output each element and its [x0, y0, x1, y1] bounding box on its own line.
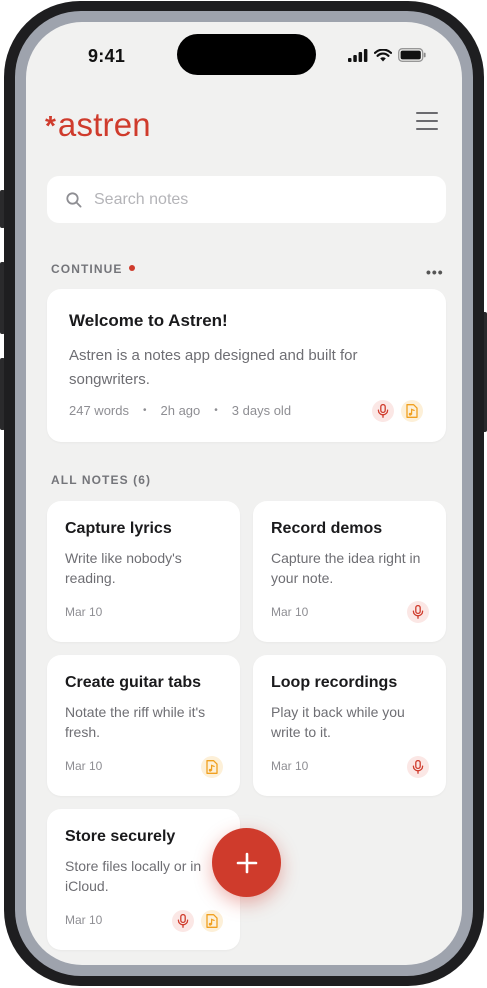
unread-dot [129, 265, 136, 271]
note-badges [201, 756, 223, 778]
mic-icon [177, 914, 189, 928]
word-count: 247 words [69, 403, 129, 418]
guitar-tab-icon [206, 914, 218, 928]
note-title: Loop recordings [271, 674, 398, 691]
note-title: Capture lyrics [65, 520, 172, 537]
featured-note-title: Welcome to Astren! [69, 311, 228, 330]
battery-icon [398, 48, 426, 62]
search-icon [66, 191, 82, 208]
guitar-tab-icon [206, 760, 218, 774]
featured-note-meta: 247 words • 2h ago • 3 days old [69, 403, 291, 418]
wifi-icon [374, 48, 392, 61]
note-title: Record demos [271, 520, 383, 537]
mic-icon [412, 605, 424, 619]
note-badges [407, 601, 429, 623]
featured-note-description: Astren is a notes app designed and built… [69, 347, 358, 388]
guitar-tab-badge [201, 756, 223, 778]
note-description: Store files locally or in iCloud. [65, 858, 202, 894]
new-note-button[interactable] [212, 828, 281, 897]
note-description: Play it back while you write to it. [271, 704, 405, 740]
meta-separator: • [214, 405, 218, 416]
mic-icon [377, 404, 389, 418]
note-card[interactable]: Capture lyrics Write like nobody's readi… [47, 501, 240, 642]
note-title: Store securely [65, 828, 176, 845]
status-icons [348, 48, 426, 62]
mic-badge [407, 601, 429, 623]
hamburger-icon [416, 112, 438, 114]
mic-badge [172, 910, 194, 932]
logo-mark: * [45, 110, 56, 141]
note-date: Mar 10 [65, 605, 103, 619]
mic-badge [372, 400, 394, 422]
mic-badge [407, 756, 429, 778]
phone-frame: 9:41 * astren Search notes CONTINUE ••• … [4, 1, 484, 986]
note-description: Notate the riff while it's fresh. [65, 704, 206, 740]
mic-icon [412, 760, 424, 774]
note-date: Mar 10 [271, 759, 309, 773]
continue-label: CONTINUE [51, 262, 123, 276]
logo-text: astren [57, 106, 151, 143]
note-card[interactable]: Loop recordings Play it back while you w… [253, 655, 446, 796]
guitar-tab-badge [201, 910, 223, 932]
note-card[interactable]: Record demos Capture the idea right in y… [253, 501, 446, 642]
note-date: Mar 10 [65, 913, 103, 927]
note-card[interactable]: Create guitar tabs Notate the riff while… [47, 655, 240, 796]
guitar-tab-badge [401, 400, 423, 422]
featured-note-badges [372, 400, 423, 422]
meta-separator: • [142, 405, 147, 416]
guitar-tab-icon [406, 404, 418, 418]
status-time: 9:41 [88, 46, 126, 66]
cellular-signal-icon [348, 48, 368, 62]
last-edited: 2h ago [160, 403, 201, 418]
dynamic-island [177, 34, 316, 75]
note-age: 3 days old [231, 403, 292, 418]
all-notes-label: ALL NOTES (6) [51, 473, 152, 487]
note-date: Mar 10 [271, 605, 309, 619]
continue-section-label: CONTINUE [51, 262, 136, 276]
search-bar[interactable] [47, 176, 446, 223]
more-options-button[interactable]: ••• [426, 264, 444, 280]
search-input[interactable] [94, 190, 394, 209]
note-card[interactable]: Store securely Store files locally or in… [47, 809, 240, 950]
menu-button[interactable] [416, 112, 438, 132]
featured-note-card[interactable]: Welcome to Astren! Astren is a notes app… [47, 289, 446, 442]
note-badges [172, 910, 223, 932]
note-badges [407, 756, 429, 778]
plus-icon [236, 852, 257, 873]
note-description: Write like nobody's reading. [65, 550, 182, 586]
app-logo: * astren [45, 106, 151, 144]
screen: 9:41 * astren Search notes CONTINUE ••• … [26, 22, 462, 965]
note-date: Mar 10 [65, 759, 103, 773]
note-description: Capture the idea right in your note. [271, 550, 421, 586]
note-title: Create guitar tabs [65, 674, 202, 691]
